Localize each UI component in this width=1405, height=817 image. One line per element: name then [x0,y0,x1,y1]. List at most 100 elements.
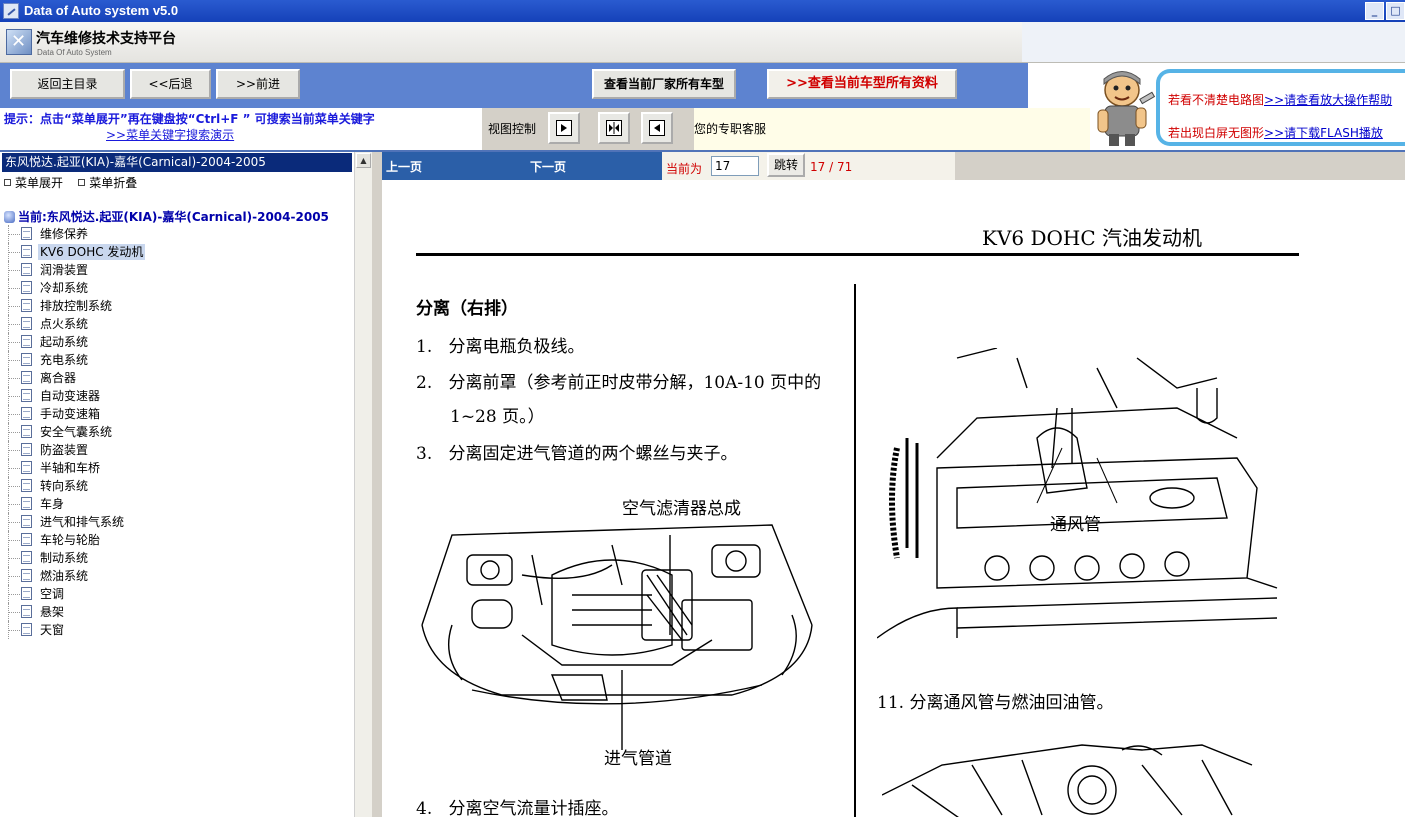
tree-item-label: 点火系统 [40,317,89,331]
header-rule [416,253,1299,256]
document-icon [21,263,32,276]
back-button[interactable]: <<后退 [130,69,211,99]
double-chevron-icon: >> [786,76,808,91]
help-whitescreen-text: 若出现白屏无图形 [1168,126,1265,140]
tree-item-label: 安全气囊系统 [40,425,113,439]
document-header: KV6 DOHC 汽油发动机 [982,226,1202,250]
document-icon [21,569,32,582]
tree-item-label: 进气和排气系统 [40,515,125,529]
current-page-label: 当前为 [666,162,703,176]
view-expand-left-button[interactable] [548,112,580,144]
logo-band: 汽车维修技术支持平台 Data Of Auto System [0,22,1405,63]
mechanic-mascot-icon [1097,71,1156,146]
tree-item-label: 离合器 [40,371,77,385]
document-icon [21,299,32,312]
document-icon [21,227,32,240]
tree-item-label: 起动系统 [40,335,89,349]
document-icon [21,587,32,600]
all-data-label: 查看当前车型所有资料 [807,76,938,91]
tree-item-label: 车身 [40,497,65,511]
tree-item-label: 制动系统 [40,551,89,565]
column-divider [854,284,856,817]
forward-button[interactable]: >>前进 [216,69,300,99]
tree-scrollbar[interactable]: ▲ [354,152,372,817]
tree-item-label: 车轮与轮胎 [40,533,101,547]
window-title: Data of Auto system v5.0 [24,3,179,18]
step-2: 2. 分离前罩（参考前正时皮带分解，10A-10 页中的 [416,373,822,393]
lower-engine-diagram [882,744,1253,817]
maximize-button[interactable]: □ [1386,2,1405,20]
flash-download-link[interactable]: >>请下载FLASH播放 [1264,126,1383,140]
view-control: 视图控制 [482,108,694,150]
prev-page-link[interactable]: 上一页 [386,158,422,175]
document-icon [21,371,32,384]
all-data-button[interactable]: >>查看当前车型所有资料 [767,69,957,99]
panel-splitter[interactable] [372,152,382,817]
tree-item-label: 自动变速器 [40,389,101,403]
document-icon [21,623,32,636]
view-control-label: 视图控制 [488,122,537,136]
tree-item-label: 半轴和车桥 [40,461,101,475]
expand-menu-button[interactable]: 菜单展开 [4,176,63,190]
car-model-header: 东风悦达.起亚(KIA)-嘉华(Carnical)-2004-2005 [2,153,352,172]
cylinder-head-diagram [877,348,1278,639]
document-icon [21,335,32,348]
minimize-button[interactable]: _ [1365,2,1384,20]
step-1: 1. 分离电瓶负极线。 [416,337,585,357]
current-model: 当前:东风悦达.起亚(KIA)-嘉华(Carnical)-2004-2005 [4,208,329,225]
menu-tree-panel: 东风悦达.起亚(KIA)-嘉华(Carnical)-2004-2005 菜单展开… [0,152,372,817]
tree-item-label: 手动变速箱 [40,407,101,421]
document-icon [21,389,32,402]
tree-item-label: 天窗 [40,623,65,637]
step-11: 11. 分离通风管与燃油回油管。 [877,693,1114,713]
document-icon [21,479,32,492]
step-3: 3. 分离固定进气管道的两个螺丝与夹子。 [416,444,738,464]
next-page-link[interactable]: 下一页 [530,158,566,175]
tree-item-label: 防盗装置 [40,443,89,457]
document-icon [21,497,32,510]
home-button[interactable]: 返回主目录 [10,69,125,99]
document-icon [21,605,32,618]
document-icon [21,425,32,438]
section-title: 分离（右排） [416,299,518,319]
document-icon [21,245,32,258]
jump-button[interactable]: 跳转 [767,153,805,177]
document-icon [21,461,32,474]
document-icon [21,317,32,330]
document-icon [21,443,32,456]
globe-icon [4,210,15,223]
intake-duct-label: 进气管道 [604,749,672,769]
scroll-up-arrow-icon[interactable]: ▲ [356,153,371,168]
tree-item-label: 维修保养 [40,227,89,241]
tree-item-label: 排放控制系统 [40,299,113,313]
page-jump: 当前为 跳转 17 / 71 [662,152,955,180]
step-4: 4. 分离空气流量计插座。 [416,799,619,817]
search-demo-link[interactable]: >>菜单关键字搜索演示 [106,126,234,143]
zoom-help-link[interactable]: >>请查看放大操作帮助 [1264,93,1392,107]
page-count: 17 / 71 [810,160,853,174]
maker-models-button[interactable]: 查看当前厂家所有车型 [592,69,736,99]
app-icon [3,3,19,19]
document-viewer[interactable]: KV6 DOHC 汽油发动机 分离（右排） 1. 分离电瓶负极线。 2. 分离前… [382,180,1405,817]
tree-item-label: 空调 [40,587,65,601]
logo-subtitle: Data Of Auto System [37,48,112,57]
tree-item-label: 润滑装置 [40,263,89,277]
view-split-button[interactable] [598,112,630,144]
collapse-box-icon [78,179,86,186]
tree-item-label: 充电系统 [40,353,89,367]
tree-item-label: 悬架 [40,605,65,619]
collapse-menu-button[interactable]: 菜单折叠 [78,176,137,190]
arrow-right-icon [556,120,572,136]
engine-bay-diagram [421,524,813,750]
view-expand-right-button[interactable] [641,112,673,144]
arrow-left-icon [649,120,665,136]
document-icon [21,281,32,294]
document-icon [21,353,32,366]
page-number-input[interactable] [711,156,759,176]
window-title-bar: Data of Auto system v5.0 _ □ [0,0,1405,22]
tree-item-label: 转向系统 [40,479,89,493]
search-hint: 提示：点击“菜单展开”再在键盘按“Ctrl+F ” 可搜索当前菜单关键字 [4,112,375,126]
document-icon [21,533,32,546]
main-toolbar: 返回主目录 <<后退 >>前进 查看当前厂家所有车型 >>查看当前车型所有资料 [0,63,1029,108]
hint-row: 提示：点击“菜单展开”再在键盘按“Ctrl+F ” 可搜索当前菜单关键字 >>菜… [0,108,1090,150]
